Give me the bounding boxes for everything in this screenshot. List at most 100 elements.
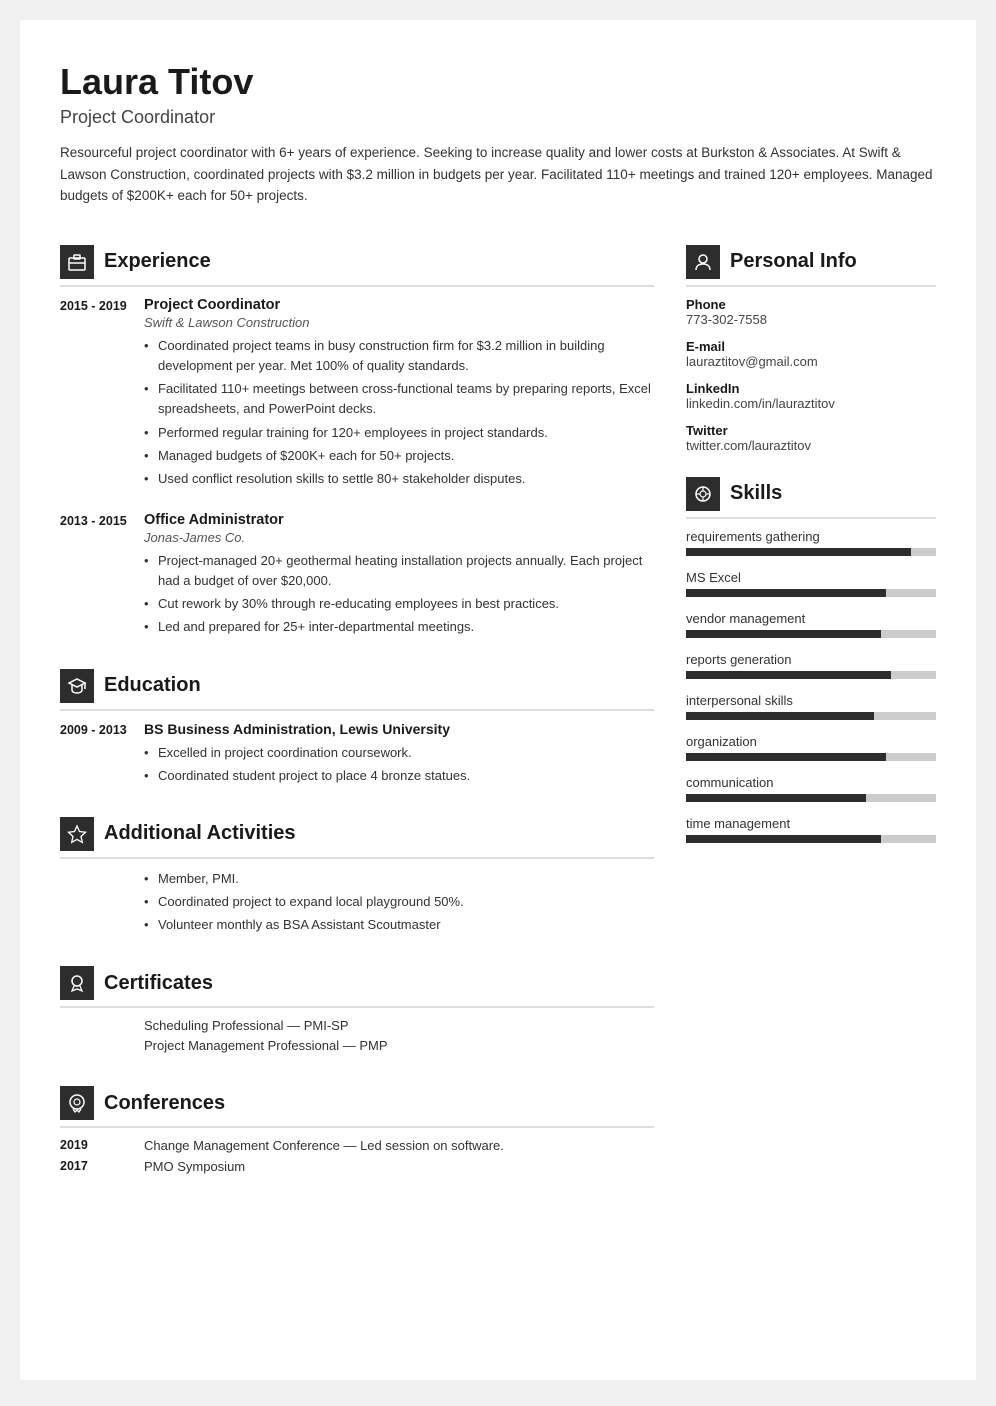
skill-name: interpersonal skills bbox=[686, 693, 936, 708]
conferences-icon bbox=[60, 1086, 94, 1120]
skill-name: communication bbox=[686, 775, 936, 790]
bullet: Cut rework by 30% through re-educating e… bbox=[144, 594, 654, 614]
personal-info-linkedin: LinkedIn linkedin.com/in/lauraztitov bbox=[686, 381, 936, 411]
skill-bar-bg bbox=[686, 630, 936, 638]
bullet: Coordinated student project to place 4 b… bbox=[144, 766, 654, 786]
bullet: Project-managed 20+ geothermal heating i… bbox=[144, 551, 654, 591]
job-company-2: Jonas-James Co. bbox=[144, 530, 654, 545]
conf-entry-1: 2019 Change Management Conference — Led … bbox=[60, 1138, 654, 1153]
job-content-2: Office Administrator Jonas-James Co. Pro… bbox=[144, 512, 654, 641]
email-value: lauraztitov@gmail.com bbox=[686, 354, 936, 369]
edu-dates-1: 2009 - 2013 bbox=[60, 721, 128, 789]
edu-entry-1: 2009 - 2013 BS Business Administration, … bbox=[60, 721, 654, 789]
skills-title: Skills bbox=[730, 482, 782, 505]
left-column: Experience 2015 - 2019 Project Coordinat… bbox=[60, 245, 654, 1202]
personal-info-icon bbox=[686, 245, 720, 279]
certificates-header: Certificates bbox=[60, 966, 654, 1008]
linkedin-value: linkedin.com/in/lauraztitov bbox=[686, 396, 936, 411]
skill-bar-fill bbox=[686, 630, 881, 638]
certificates-title: Certificates bbox=[104, 972, 213, 995]
activities-section: Additional Activities Member, PMI. Coord… bbox=[60, 817, 654, 938]
twitter-label: Twitter bbox=[686, 423, 936, 438]
skill-item-1: MS Excel bbox=[686, 570, 936, 597]
bullet: Used conflict resolution skills to settl… bbox=[144, 469, 654, 489]
bullet: Coordinated project to expand local play… bbox=[144, 892, 464, 912]
activities-bullets: Member, PMI. Coordinated project to expa… bbox=[144, 869, 464, 938]
skills-section: Skills requirements gathering MS Excel v… bbox=[686, 477, 936, 843]
skill-name: MS Excel bbox=[686, 570, 936, 585]
conferences-title: Conferences bbox=[104, 1092, 225, 1115]
skills-list: requirements gathering MS Excel vendor m… bbox=[686, 529, 936, 843]
edu-bullets-1: Excelled in project coordination coursew… bbox=[144, 743, 654, 786]
cert-item-2: Project Management Professional — PMP bbox=[144, 1038, 654, 1053]
main-layout: Experience 2015 - 2019 Project Coordinat… bbox=[60, 245, 936, 1202]
job-dates-2: 2013 - 2015 bbox=[60, 512, 128, 641]
conf-entry-2: 2017 PMO Symposium bbox=[60, 1159, 654, 1174]
conf-year-1: 2019 bbox=[60, 1138, 128, 1153]
personal-info-email: E-mail lauraztitov@gmail.com bbox=[686, 339, 936, 369]
job-content-1: Project Coordinator Swift & Lawson Const… bbox=[144, 297, 654, 492]
skill-name: organization bbox=[686, 734, 936, 749]
bullet: Coordinated project teams in busy constr… bbox=[144, 336, 654, 376]
job-title-1: Project Coordinator bbox=[144, 297, 654, 313]
conferences-header: Conferences bbox=[60, 1086, 654, 1128]
job-dates-1: 2015 - 2019 bbox=[60, 297, 128, 492]
conf-text-2: PMO Symposium bbox=[144, 1159, 245, 1174]
skill-bar-fill bbox=[686, 548, 911, 556]
skill-bar-bg bbox=[686, 548, 936, 556]
candidate-summary: Resourceful project coordinator with 6+ … bbox=[60, 142, 936, 207]
bullet: Facilitated 110+ meetings between cross-… bbox=[144, 379, 654, 419]
certificates-icon bbox=[60, 966, 94, 1000]
skill-item-0: requirements gathering bbox=[686, 529, 936, 556]
education-icon bbox=[60, 669, 94, 703]
job-title-2: Office Administrator bbox=[144, 512, 654, 528]
resume-container: Laura Titov Project Coordinator Resource… bbox=[20, 20, 976, 1380]
activities-header: Additional Activities bbox=[60, 817, 654, 859]
job-bullets-2: Project-managed 20+ geothermal heating i… bbox=[144, 551, 654, 638]
experience-title: Experience bbox=[104, 250, 211, 273]
job-entry-1: 2015 - 2019 Project Coordinator Swift & … bbox=[60, 297, 654, 492]
skills-header: Skills bbox=[686, 477, 936, 519]
education-section: Education 2009 - 2013 BS Business Admini… bbox=[60, 669, 654, 789]
skill-bar-bg bbox=[686, 753, 936, 761]
bullet: Performed regular training for 120+ empl… bbox=[144, 423, 654, 443]
skill-bar-fill bbox=[686, 835, 881, 843]
personal-info-title: Personal Info bbox=[730, 250, 857, 273]
conferences-section: Conferences 2019 Change Management Confe… bbox=[60, 1086, 654, 1174]
skill-bar-bg bbox=[686, 835, 936, 843]
skill-bar-bg bbox=[686, 794, 936, 802]
skill-bar-fill bbox=[686, 712, 874, 720]
skill-name: time management bbox=[686, 816, 936, 831]
cert-item-1: Scheduling Professional — PMI-SP bbox=[144, 1018, 654, 1033]
skill-item-2: vendor management bbox=[686, 611, 936, 638]
education-title: Education bbox=[104, 674, 201, 697]
certificates-section: Certificates Scheduling Professional — P… bbox=[60, 966, 654, 1058]
linkedin-label: LinkedIn bbox=[686, 381, 936, 396]
skills-icon bbox=[686, 477, 720, 511]
education-header: Education bbox=[60, 669, 654, 711]
activities-icon bbox=[60, 817, 94, 851]
email-label: E-mail bbox=[686, 339, 936, 354]
phone-label: Phone bbox=[686, 297, 936, 312]
cert-spacer bbox=[60, 1018, 128, 1058]
skill-bar-fill bbox=[686, 753, 886, 761]
personal-info-phone: Phone 773-302-7558 bbox=[686, 297, 936, 327]
edu-content-1: BS Business Administration, Lewis Univer… bbox=[144, 721, 654, 789]
skill-name: requirements gathering bbox=[686, 529, 936, 544]
cert-entry: Scheduling Professional — PMI-SP Project… bbox=[60, 1018, 654, 1058]
personal-info-section: Personal Info Phone 773-302-7558 E-mail … bbox=[686, 245, 936, 453]
conf-text-1: Change Management Conference — Led sessi… bbox=[144, 1138, 504, 1153]
candidate-title: Project Coordinator bbox=[60, 107, 936, 128]
skill-item-3: reports generation bbox=[686, 652, 936, 679]
job-company-1: Swift & Lawson Construction bbox=[144, 315, 654, 330]
experience-section: Experience 2015 - 2019 Project Coordinat… bbox=[60, 245, 654, 641]
skill-bar-bg bbox=[686, 589, 936, 597]
skill-bar-fill bbox=[686, 794, 866, 802]
phone-value: 773-302-7558 bbox=[686, 312, 936, 327]
cert-content: Scheduling Professional — PMI-SP Project… bbox=[144, 1018, 654, 1058]
personal-info-twitter: Twitter twitter.com/lauraztitov bbox=[686, 423, 936, 453]
twitter-value: twitter.com/lauraztitov bbox=[686, 438, 936, 453]
bullet: Member, PMI. bbox=[144, 869, 464, 889]
skill-bar-fill bbox=[686, 671, 891, 679]
job-entry-2: 2013 - 2015 Office Administrator Jonas-J… bbox=[60, 512, 654, 641]
